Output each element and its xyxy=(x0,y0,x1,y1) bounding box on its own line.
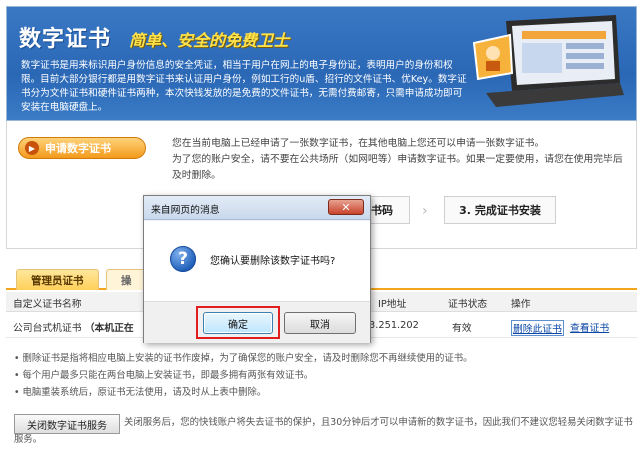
question-icon: ? xyxy=(170,246,196,272)
cert-name-note: （本机正在 xyxy=(84,323,134,334)
header-actions: 操作 xyxy=(511,299,531,310)
ok-button[interactable]: 确定 xyxy=(203,312,273,334)
close-icon[interactable]: ✕ xyxy=(328,199,364,215)
dialog-title: 来自网页的消息 xyxy=(151,205,220,216)
banner-description: 数字证书是用来标识用户身份信息的安全凭证，相当于用户在网上的电子身份证，表明用户… xyxy=(21,60,467,113)
dialog-message: 您确认要删除该数字证书吗? xyxy=(210,256,336,267)
close-service-button[interactable]: 关闭数字证书服务 xyxy=(14,414,120,434)
dialog-titlebar: 来自网页的消息 ✕ xyxy=(144,196,370,220)
banner: 数字证书 简单、安全的免费卫士 数字证书是用来标识用户身份信息的安全凭证，相当于… xyxy=(6,6,637,121)
cert-ip: 3.251.202 xyxy=(369,320,419,331)
apply-info-line1: 您在当前电脑上已经申请了一张数字证书，在其他电脑上您还可以申请一张数字证书。 xyxy=(172,138,545,149)
tab-admin-certificates[interactable]: 管理员证书 xyxy=(16,269,99,290)
delete-certificate-link[interactable]: 删除此证书 xyxy=(511,320,564,336)
apply-info: 您在当前电脑上已经申请了一张数字证书，在其他电脑上您还可以申请一张数字证书。 为… xyxy=(172,136,632,184)
note-item: • 每个用户最多只能在两台电脑上安装证书，即最多拥有两张有效证书。 xyxy=(14,370,314,381)
apply-certificate-label: 申请数字证书 xyxy=(45,142,111,155)
step-3-label: 3. 完成证书安装 xyxy=(459,204,541,217)
header-status: 证书状态 xyxy=(448,299,488,310)
cancel-button[interactable]: 取消 xyxy=(284,312,356,334)
tab-other-label: 操 xyxy=(121,274,132,287)
cancel-label: 取消 xyxy=(310,319,330,331)
header-ip: IP地址 xyxy=(378,299,407,310)
dialog-body: ? 您确认要删除该数字证书吗? xyxy=(144,221,370,301)
header-name: 自定义证书名称 xyxy=(13,299,82,310)
notes-list: • 删除证书是指将相应电脑上安装的证书作废掉，为了确保您的账户安全，请及时删除您… xyxy=(14,350,634,401)
view-certificate-link[interactable]: 查看证书 xyxy=(570,320,609,334)
note-item: • 删除证书是指将相应电脑上安装的证书作废掉，为了确保您的账户安全，请及时删除您… xyxy=(14,353,473,364)
apply-certificate-button[interactable]: ▶ 申请数字证书 xyxy=(18,137,146,159)
apply-info-line2: 为了您的账户安全，请不要在公共场所（如网吧等）申请数字证书。如果一定要使用，请您… xyxy=(172,154,623,181)
step-3: 3. 完成证书安装 xyxy=(444,196,556,224)
cert-name: 公司台式机证书 （本机正在 xyxy=(13,320,134,334)
banner-subtitle: 简单、安全的免费卫士 xyxy=(129,31,290,50)
close-service-label: 关闭数字证书服务 xyxy=(27,420,107,432)
laptop-illustration xyxy=(472,15,624,107)
tab-admin-certificates-label: 管理员证书 xyxy=(31,274,84,287)
note-item: • 电脑重装系统后，原证书无法使用，请及时从上表中删除。 xyxy=(14,387,267,398)
confirm-dialog: 来自网页的消息 ✕ ? 您确认要删除该数字证书吗? 确定 取消 xyxy=(143,195,371,343)
banner-title: 数字证书 xyxy=(19,27,112,52)
cert-name-text: 公司台式机证书 xyxy=(13,323,82,334)
ok-label: 确定 xyxy=(228,319,248,331)
dialog-footer: 确定 取消 xyxy=(144,301,370,343)
chevron-right-icon: › xyxy=(422,203,428,219)
cert-status: 有效 xyxy=(452,323,472,334)
play-icon: ▶ xyxy=(25,141,39,155)
